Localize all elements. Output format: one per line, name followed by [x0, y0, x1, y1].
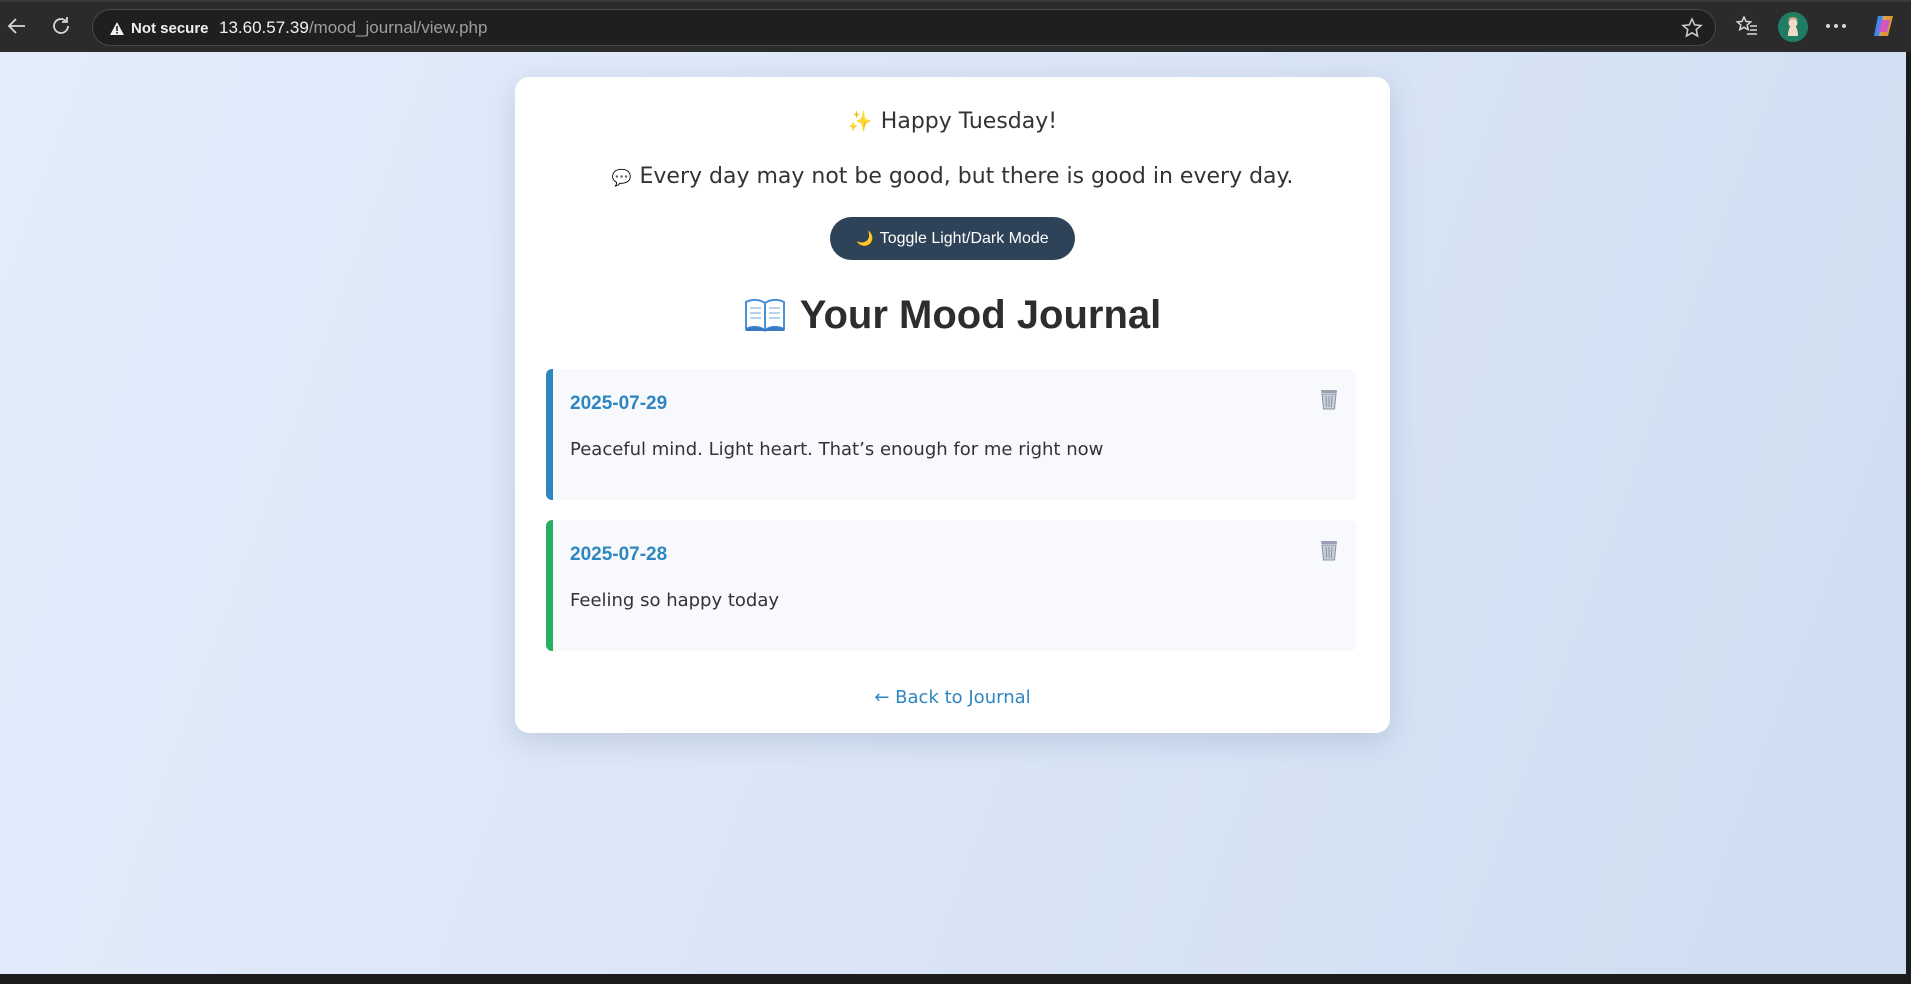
- quote-text: Every day may not be good, but there is …: [639, 164, 1294, 189]
- browser-toolbar: Not secure 13.60.57.39/mood_journal/view…: [0, 0, 1911, 52]
- tab-strip-edge: [0, 0, 1911, 2]
- security-label: Not secure: [131, 19, 209, 37]
- reload-icon[interactable]: [48, 13, 74, 39]
- daily-quote: 💬 Every day may not be good, but there is…: [515, 164, 1390, 189]
- favorites-icon[interactable]: [1733, 12, 1761, 40]
- entry-text: Peaceful mind. Light heart. That’s enoug…: [570, 439, 1104, 460]
- toggle-theme-label: Toggle Light/Dark Mode: [879, 229, 1049, 247]
- address-bar[interactable]: Not secure 13.60.57.39/mood_journal/view…: [92, 9, 1716, 46]
- url-host: 13.60.57.39: [219, 18, 309, 37]
- greeting: ✨ Happy Tuesday!: [515, 109, 1390, 134]
- trash-icon[interactable]: [1318, 538, 1340, 562]
- back-arrow-icon[interactable]: [4, 13, 30, 39]
- sparkles-icon: ✨: [847, 109, 873, 133]
- moon-icon: 🌙: [856, 230, 874, 246]
- window-bottom-edge: [0, 974, 1911, 984]
- more-options-icon[interactable]: [1822, 12, 1850, 40]
- url-path: /mood_journal/view.php: [308, 18, 488, 37]
- page-title: Your Mood Journal: [515, 293, 1390, 338]
- copilot-icon[interactable]: [1870, 12, 1898, 40]
- profile-avatar[interactable]: [1778, 12, 1808, 42]
- favorite-star-icon[interactable]: [1681, 17, 1703, 39]
- trash-icon[interactable]: [1318, 387, 1340, 411]
- greeting-text: Happy Tuesday!: [880, 109, 1058, 134]
- speech-bubble-icon: 💬: [611, 168, 632, 187]
- open-book-icon: [744, 296, 786, 332]
- page-viewport: ✨ Happy Tuesday! 💬 Every day may not be go…: [0, 52, 1906, 974]
- security-indicator[interactable]: Not secure: [103, 17, 217, 39]
- page-title-text: Your Mood Journal: [799, 293, 1162, 337]
- window-edge: [1906, 52, 1911, 984]
- url-text[interactable]: 13.60.57.39/mood_journal/view.php: [219, 18, 487, 38]
- entry-text: Feeling so happy today: [570, 590, 780, 611]
- entry-date: 2025-07-29: [570, 393, 668, 414]
- journal-entry: 2025-07-28 Feeling so happy today: [546, 520, 1356, 651]
- entry-date: 2025-07-28: [570, 544, 668, 565]
- journal-entry: 2025-07-29 Peaceful mind. Light heart. T…: [546, 369, 1356, 500]
- warning-icon: [110, 21, 124, 35]
- back-to-journal-link[interactable]: ← Back to Journal: [515, 687, 1390, 708]
- journal-card: ✨ Happy Tuesday! 💬 Every day may not be go…: [515, 77, 1390, 733]
- toggle-theme-button[interactable]: 🌙 Toggle Light/Dark Mode: [830, 217, 1075, 260]
